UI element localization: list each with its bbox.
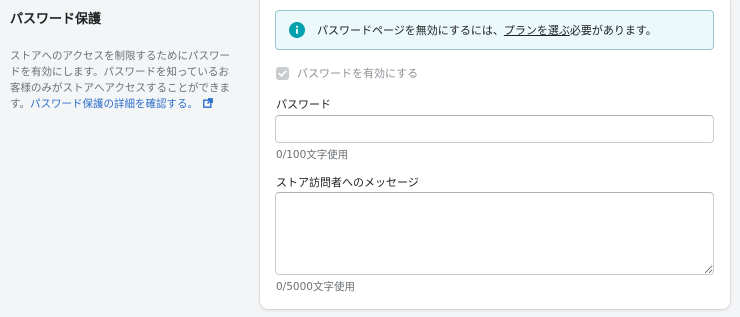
enable-password-checkbox[interactable] — [276, 66, 289, 80]
password-input[interactable] — [275, 115, 714, 143]
message-label: ストア訪問者へのメッセージ — [276, 176, 419, 189]
section-description: パスワード保護 ストアへのアクセスを制限するためにパスワードを有効にします。パス… — [10, 10, 232, 112]
password-char-counter: 0/100文字使用 — [276, 149, 349, 161]
section-description-text: ストアへのアクセスを制限するためにパスワードを有効にします。パスワードを知ってい… — [10, 48, 232, 112]
learn-more-link[interactable]: パスワード保護の詳細を確認する。 — [30, 98, 198, 110]
message-textarea[interactable] — [275, 192, 714, 275]
external-link-icon[interactable] — [203, 98, 213, 108]
info-banner: パスワードページを無効にするには、プランを選ぶ必要があります。 — [275, 10, 714, 50]
password-label: パスワード — [276, 98, 331, 111]
banner-text-after: 必要があります。 — [569, 24, 657, 37]
banner-text-before: パスワードページを無効にするには、 — [317, 24, 504, 37]
password-protection-page: パスワード保護 ストアへのアクセスを制限するためにパスワードを有効にします。パス… — [0, 0, 740, 317]
message-char-counter: 0/5000文字使用 — [276, 281, 355, 293]
checkmark-icon — [278, 69, 287, 77]
enable-password-row: パスワードを有効にする — [276, 65, 418, 81]
info-icon — [289, 22, 305, 38]
password-settings-card: パスワードページを無効にするには、プランを選ぶ必要があります。 パスワードを有効… — [260, 0, 730, 309]
enable-password-label: パスワードを有効にする — [297, 67, 419, 80]
section-title: パスワード保護 — [10, 12, 102, 27]
banner-message: パスワードページを無効にするには、プランを選ぶ必要があります。 — [317, 22, 657, 38]
choose-plan-link[interactable]: プランを選ぶ — [504, 24, 570, 37]
